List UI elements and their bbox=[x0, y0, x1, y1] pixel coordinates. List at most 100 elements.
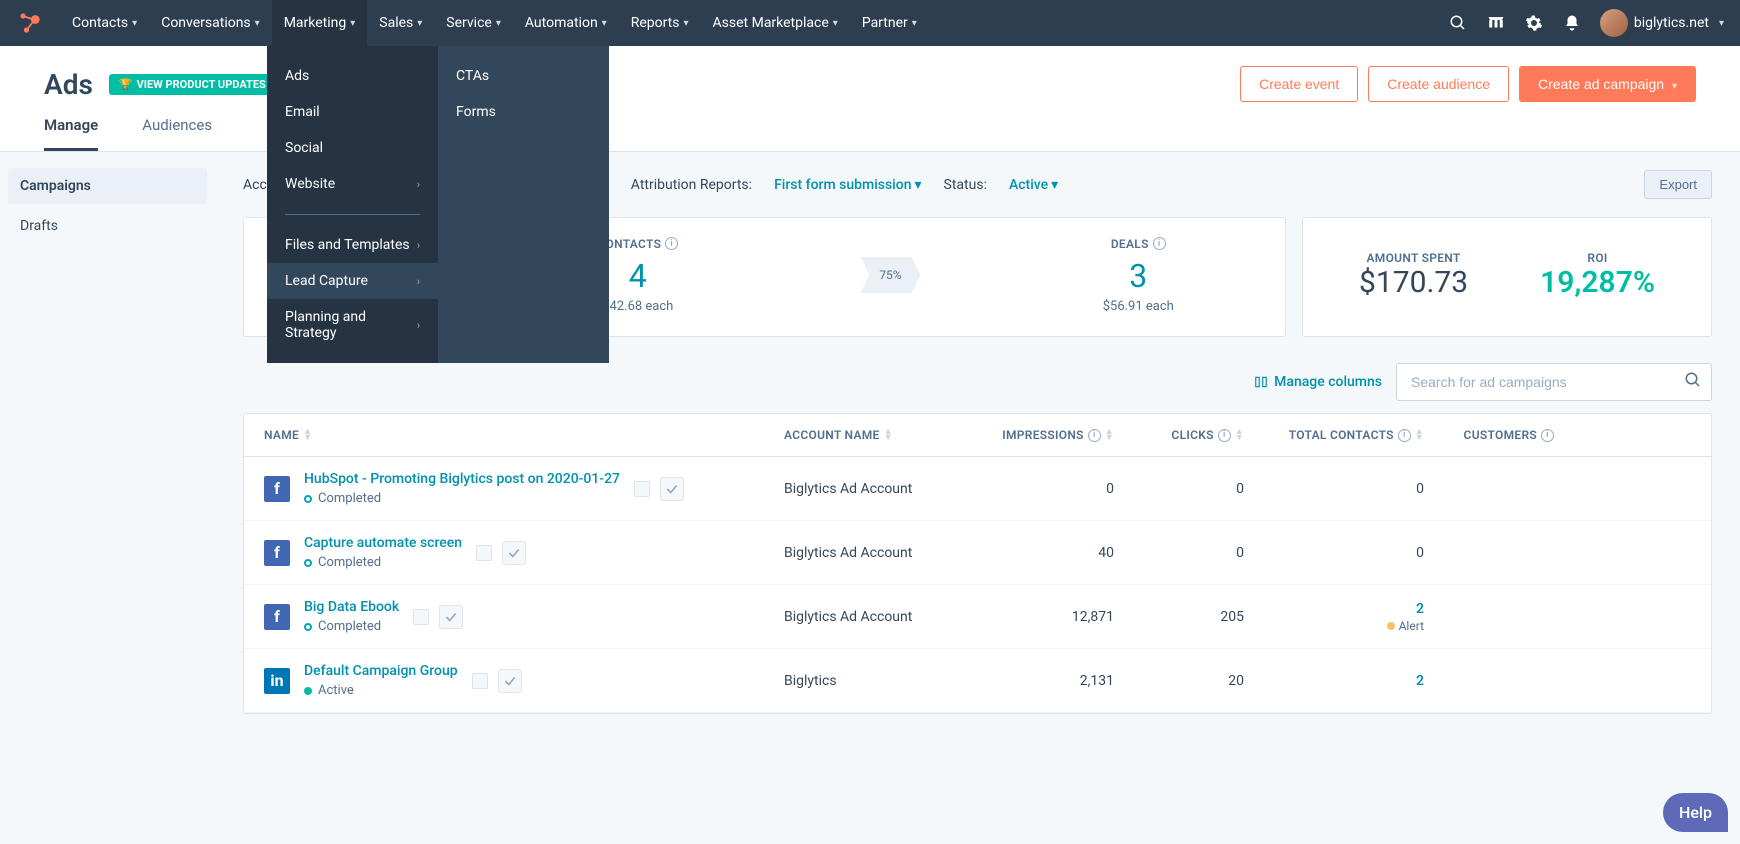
clicks-cell: 20 bbox=[1114, 673, 1244, 689]
campaign-name-link[interactable]: HubSpot - Promoting Biglytics post on 20… bbox=[304, 471, 620, 487]
nav-item-label: Marketing bbox=[284, 15, 347, 31]
status-dot-icon bbox=[304, 687, 312, 695]
account-cell: Biglytics Ad Account bbox=[784, 481, 964, 497]
nav-item-automation[interactable]: Automation▾ bbox=[513, 0, 619, 46]
search-icon[interactable] bbox=[1448, 13, 1468, 33]
status-label: Status: bbox=[944, 177, 987, 193]
campaign-name-link[interactable]: Big Data Ebook bbox=[304, 599, 399, 615]
select-checkbox[interactable] bbox=[502, 541, 526, 565]
info-icon[interactable]: i bbox=[1398, 429, 1411, 442]
campaign-search-input[interactable] bbox=[1396, 363, 1712, 401]
export-button[interactable]: Export bbox=[1644, 170, 1712, 199]
view-product-updates-button[interactable]: 🏆 VIEW PRODUCT UPDATES bbox=[109, 74, 276, 95]
menu-item-files-and-templates[interactable]: Files and Templates› bbox=[267, 227, 438, 263]
menu-item-planning-and-strategy[interactable]: Planning and Strategy› bbox=[267, 299, 438, 351]
nav-item-asset-marketplace[interactable]: Asset Marketplace▾ bbox=[701, 0, 850, 46]
marketing-dropdown: Ads Email SocialWebsite› Files and Template… bbox=[267, 46, 609, 363]
account-switcher[interactable]: biglytics.net ▾ bbox=[1600, 9, 1724, 37]
notifications-icon[interactable] bbox=[1562, 13, 1582, 33]
help-button[interactable]: Help bbox=[1663, 793, 1728, 832]
info-icon[interactable]: i bbox=[1541, 429, 1554, 442]
table-header-row: NAME▲▼ ACCOUNT NAME▲▼ IMPRESSIONSi▲▼ CLI… bbox=[244, 414, 1711, 457]
chevron-right-icon: › bbox=[417, 319, 420, 332]
select-checkbox[interactable] bbox=[439, 605, 463, 629]
chevron-down-icon: ▾ bbox=[255, 18, 260, 29]
deals-value: 3 bbox=[1103, 257, 1174, 295]
nav-item-marketing[interactable]: Marketing▾ bbox=[272, 0, 368, 46]
nav-item-contacts[interactable]: Contacts▾ bbox=[60, 0, 149, 46]
attribution-label: Attribution Reports: bbox=[631, 177, 752, 193]
th-name[interactable]: NAME▲▼ bbox=[264, 428, 784, 442]
menu-item-label: Files and Templates bbox=[285, 237, 410, 253]
select-checkbox[interactable] bbox=[498, 669, 522, 693]
drag-handle[interactable] bbox=[476, 545, 492, 561]
create-audience-button[interactable]: Create audience bbox=[1368, 66, 1509, 102]
info-icon[interactable]: i bbox=[665, 237, 678, 250]
nav-item-partner[interactable]: Partner▾ bbox=[850, 0, 929, 46]
create-event-button[interactable]: Create event bbox=[1240, 66, 1358, 102]
th-customers[interactable]: CUSTOMERS i bbox=[1424, 428, 1554, 442]
drag-handle[interactable] bbox=[472, 673, 488, 689]
spend-roi-card: AMOUNT SPENT $170.73 ROI 19,287% bbox=[1302, 217, 1712, 337]
nav-item-conversations[interactable]: Conversations▾ bbox=[149, 0, 272, 46]
create-ad-campaign-button[interactable]: Create ad campaign ▾ bbox=[1519, 66, 1696, 102]
th-impressions-label: IMPRESSIONS bbox=[1002, 428, 1084, 442]
chevron-down-icon: ▾ bbox=[132, 18, 137, 29]
attribution-filter[interactable]: First form submission▾ bbox=[774, 177, 921, 193]
marketplace-icon[interactable] bbox=[1486, 13, 1506, 33]
nav-item-label: Asset Marketplace bbox=[713, 15, 829, 31]
info-icon[interactable]: i bbox=[1088, 429, 1101, 442]
chevron-down-icon: ▾ bbox=[1719, 18, 1724, 29]
menu-item-ads[interactable]: Ads bbox=[267, 58, 438, 94]
manage-columns-link[interactable]: Manage columns bbox=[1254, 374, 1382, 390]
menu-item-lead-capture[interactable]: Lead Capture› bbox=[267, 263, 438, 299]
search-icon[interactable] bbox=[1684, 371, 1702, 393]
campaign-status: Completed bbox=[304, 555, 462, 570]
chevron-down-icon: ▾ bbox=[915, 177, 922, 193]
menu-item-social[interactable]: Social bbox=[267, 130, 438, 166]
drag-handle[interactable] bbox=[413, 609, 429, 625]
page-tabs: Manage Audiences bbox=[0, 102, 1740, 152]
chevron-down-icon: ▾ bbox=[1051, 177, 1058, 193]
th-account-label: ACCOUNT NAME bbox=[784, 428, 880, 442]
campaign-name-link[interactable]: Default Campaign Group bbox=[304, 663, 458, 679]
select-checkbox[interactable] bbox=[660, 477, 684, 501]
menu-item-ctas[interactable]: CTAs bbox=[438, 58, 609, 94]
menu-item-email[interactable]: Email bbox=[267, 94, 438, 130]
contacts-link[interactable]: 2 bbox=[1416, 601, 1424, 617]
menu-item-label: Lead Capture bbox=[285, 273, 368, 289]
sidebar-item-campaigns[interactable]: Campaigns bbox=[8, 168, 207, 204]
deals-label: DEALS bbox=[1111, 237, 1149, 251]
impressions-cell: 40 bbox=[964, 545, 1114, 561]
menu-item-label: Email bbox=[285, 104, 320, 120]
status-filter[interactable]: Active▾ bbox=[1009, 177, 1058, 193]
th-clicks[interactable]: CLICKSi▲▼ bbox=[1114, 428, 1244, 442]
nav-item-sales[interactable]: Sales▾ bbox=[367, 0, 434, 46]
th-contacts[interactable]: TOTAL CONTACTSi▲▼ bbox=[1244, 428, 1424, 442]
campaign-name-link[interactable]: Capture automate screen bbox=[304, 535, 462, 551]
sort-icon: ▲▼ bbox=[1235, 429, 1244, 441]
columns-icon bbox=[1254, 375, 1268, 389]
facebook-icon: f bbox=[264, 540, 290, 566]
info-icon[interactable]: i bbox=[1218, 429, 1231, 442]
nav-item-reports[interactable]: Reports▾ bbox=[619, 0, 701, 46]
clicks-cell: 0 bbox=[1114, 481, 1244, 497]
tab-manage[interactable]: Manage bbox=[44, 116, 98, 151]
th-account[interactable]: ACCOUNT NAME▲▼ bbox=[784, 428, 964, 442]
menu-item-forms[interactable]: Forms bbox=[438, 94, 609, 130]
settings-icon[interactable] bbox=[1524, 13, 1544, 33]
tab-audiences[interactable]: Audiences bbox=[142, 116, 212, 151]
drag-handle[interactable] bbox=[634, 481, 650, 497]
sidebar: Campaigns Drafts bbox=[0, 152, 215, 732]
th-impressions[interactable]: IMPRESSIONSi▲▼ bbox=[964, 428, 1114, 442]
facebook-icon: f bbox=[264, 476, 290, 502]
th-customers-label: CUSTOMERS bbox=[1464, 428, 1537, 442]
info-icon[interactable]: i bbox=[1153, 237, 1166, 250]
chevron-down-icon: ▾ bbox=[684, 18, 689, 29]
sidebar-item-drafts[interactable]: Drafts bbox=[8, 208, 207, 244]
linkedin-icon: in bbox=[264, 668, 290, 694]
contacts-link[interactable]: 2 bbox=[1416, 673, 1424, 689]
nav-item-service[interactable]: Service▾ bbox=[434, 0, 513, 46]
contacts-sub: $42.68 each bbox=[597, 299, 678, 314]
menu-item-website[interactable]: Website› bbox=[267, 166, 438, 202]
